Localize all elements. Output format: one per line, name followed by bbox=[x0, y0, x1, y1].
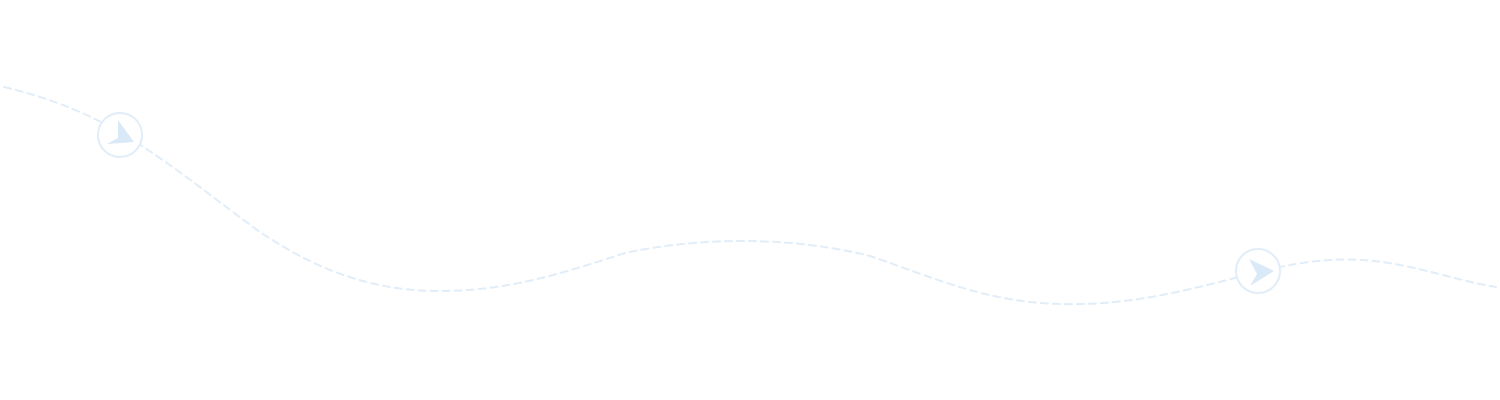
route-illustration bbox=[3, 86, 1497, 306]
decorative-route-banner bbox=[0, 0, 1500, 400]
end-route-marker bbox=[1235, 248, 1281, 294]
start-route-marker bbox=[97, 112, 143, 158]
